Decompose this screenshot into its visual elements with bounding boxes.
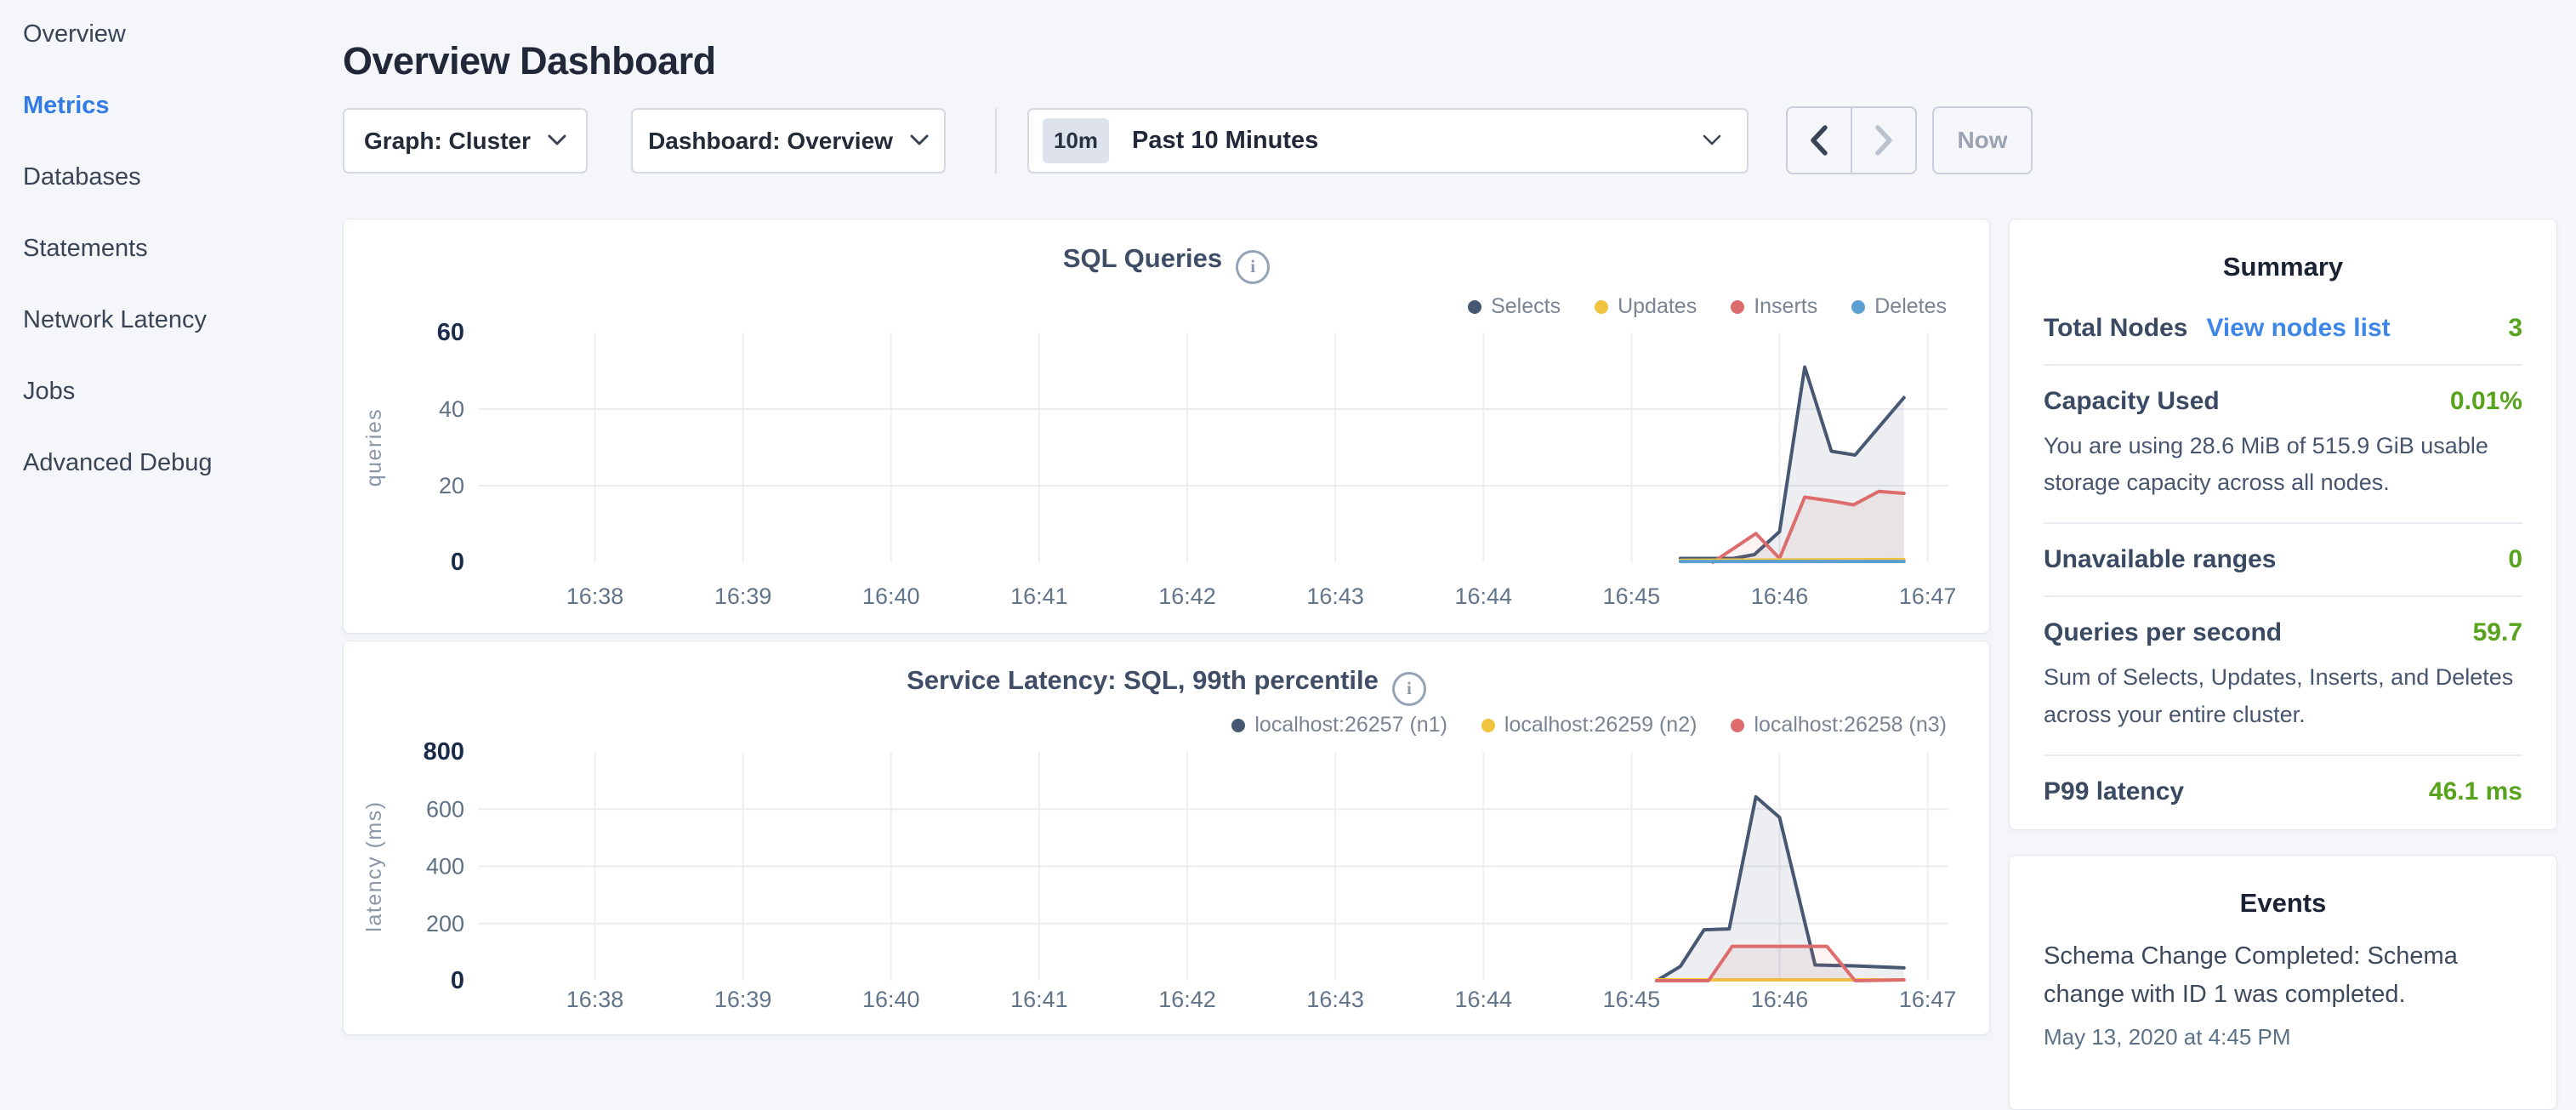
summary-row-value: 3 <box>2508 314 2522 343</box>
x-tick-label: 16:43 <box>1306 583 1364 609</box>
events-list: Schema Change Completed: Schema change w… <box>2010 919 2556 1050</box>
time-range-selector[interactable]: 10m Past 10 Minutes <box>1027 108 1749 174</box>
graph-dropdown[interactable]: Graph: Cluster <box>343 108 588 174</box>
x-tick-label: 16:42 <box>1158 987 1216 1012</box>
x-tick-label: 16:38 <box>566 583 624 609</box>
summary-row-value: 59.7 <box>2473 618 2522 647</box>
event-timestamp: May 13, 2020 at 4:45 PM <box>2044 1024 2522 1050</box>
x-tick-label: 16:46 <box>1751 987 1809 1012</box>
controls-divider <box>995 108 997 174</box>
x-tick-label: 16:47 <box>1899 987 1957 1012</box>
x-tick-label: 16:46 <box>1751 583 1809 609</box>
sidebar-item-overview[interactable]: Overview <box>23 20 340 48</box>
step-back-button[interactable] <box>1788 108 1851 173</box>
series-area <box>1713 492 1904 562</box>
summary-row-value: 46.1 ms <box>2429 777 2522 806</box>
x-tick-label: 16:41 <box>1010 583 1068 609</box>
x-tick-label: 16:45 <box>1603 987 1661 1012</box>
summary-panel: Summary Total Nodes View nodes list 3 Capac… <box>2009 219 2557 830</box>
y-axis-title: queries <box>362 408 386 487</box>
chart-plot-area[interactable]: 16:38 16:39 16:40 16:41 16:42 16:43 16:44 16:45… <box>344 641 1991 1036</box>
summary-row-value: 0.01% <box>2450 387 2522 416</box>
x-tick-label: 16:40 <box>862 987 920 1012</box>
time-window-badge: 10m <box>1043 118 1109 163</box>
now-button[interactable]: Now <box>1932 106 2033 174</box>
x-tick-label: 16:39 <box>714 583 772 609</box>
chart-plot-area[interactable]: 16:38 16:39 16:40 16:41 16:42 16:43 16:44 16:45… <box>344 219 1991 635</box>
y-axis-title: latency (ms) <box>362 800 386 931</box>
chevron-down-icon <box>910 134 929 146</box>
sidebar-item-databases[interactable]: Databases <box>23 163 340 191</box>
events-title: Events <box>2010 856 2556 919</box>
summary-row-label: P99 latency <box>2044 777 2184 806</box>
chevron-left-icon <box>1806 122 1832 158</box>
x-tick-label: 16:43 <box>1306 987 1364 1012</box>
sql-queries-chart-card: SQL Queriesi SelectsUpdatesInsertsDelete… <box>343 219 1990 634</box>
summary-row-description: You are using 28.6 MiB of 515.9 GiB usab… <box>2044 428 2522 501</box>
y-tick-label: 60 <box>437 319 464 346</box>
y-tick-label: 0 <box>451 549 464 576</box>
summary-title: Summary <box>2010 219 2556 282</box>
summary-row: P99 latency 46.1 ms <box>2044 756 2522 828</box>
chevron-right-icon <box>1871 122 1896 158</box>
page-title: Overview Dashboard <box>343 39 716 83</box>
summary-row-label: Queries per second <box>2044 618 2282 647</box>
x-tick-label: 16:39 <box>714 987 772 1012</box>
sidebar-item-metrics[interactable]: Metrics <box>23 92 340 120</box>
x-tick-label: 16:40 <box>862 583 920 609</box>
step-forward-button[interactable] <box>1851 108 1915 173</box>
time-step-buttons <box>1786 106 1917 174</box>
y-tick-label: 40 <box>439 396 464 422</box>
summary-row-label: Unavailable ranges <box>2044 545 2276 574</box>
service-latency-chart-card: Service Latency: SQL, 99th percentilei l… <box>343 640 1990 1035</box>
sidebar-nav: Overview Metrics Databases Statements Networ… <box>0 0 340 521</box>
summary-row: Queries per second 59.7 Sum of Selects, Up… <box>2044 597 2522 755</box>
y-tick-label: 200 <box>426 911 464 936</box>
y-tick-label: 600 <box>426 796 464 822</box>
graph-dropdown-label: Graph: Cluster <box>364 128 531 155</box>
y-tick-label: 400 <box>426 854 464 879</box>
chevron-down-icon <box>1703 134 1721 146</box>
summary-row-label: Capacity Used <box>2044 387 2220 416</box>
x-tick-label: 16:45 <box>1603 583 1661 609</box>
view-nodes-link[interactable]: View nodes list <box>2206 314 2390 343</box>
x-tick-label: 16:38 <box>566 987 624 1012</box>
events-panel: Events Schema Change Completed: Schema c… <box>2009 855 2557 1110</box>
y-tick-label: 0 <box>451 967 464 994</box>
dashboard-dropdown[interactable]: Dashboard: Overview <box>631 108 946 174</box>
sidebar-item-advanced-debug[interactable]: Advanced Debug <box>23 449 340 477</box>
event-item[interactable]: Schema Change Completed: Schema change w… <box>2010 919 2556 1050</box>
y-tick-label: 800 <box>424 738 464 766</box>
x-tick-label: 16:42 <box>1158 583 1216 609</box>
summary-row-value: 0 <box>2508 545 2522 574</box>
x-tick-label: 16:44 <box>1454 987 1512 1012</box>
summary-rows: Total Nodes View nodes list 3 Capacity Used… <box>2010 282 2556 828</box>
summary-row: Unavailable ranges 0 <box>2044 524 2522 597</box>
x-tick-label: 16:47 <box>1899 583 1957 609</box>
summary-row-label: Total Nodes <box>2044 314 2187 343</box>
summary-row-description: Sum of Selects, Updates, Inserts, and De… <box>2044 659 2522 732</box>
summary-row: Capacity Used 0.01% You are using 28.6 MiB… <box>2044 366 2522 524</box>
chevron-down-icon <box>548 134 566 146</box>
summary-row: Total Nodes View nodes list 3 <box>2044 293 2522 366</box>
sidebar-item-jobs[interactable]: Jobs <box>23 378 340 406</box>
x-tick-label: 16:44 <box>1454 583 1512 609</box>
event-text: Schema Change Completed: Schema change w… <box>2044 937 2522 1014</box>
time-window-label: Past 10 Minutes <box>1132 127 1703 155</box>
sidebar-item-network-latency[interactable]: Network Latency <box>23 306 340 334</box>
y-tick-label: 20 <box>439 473 464 498</box>
sidebar-item-statements[interactable]: Statements <box>23 235 340 263</box>
dashboard-dropdown-label: Dashboard: Overview <box>648 128 893 155</box>
x-tick-label: 16:41 <box>1010 987 1068 1012</box>
